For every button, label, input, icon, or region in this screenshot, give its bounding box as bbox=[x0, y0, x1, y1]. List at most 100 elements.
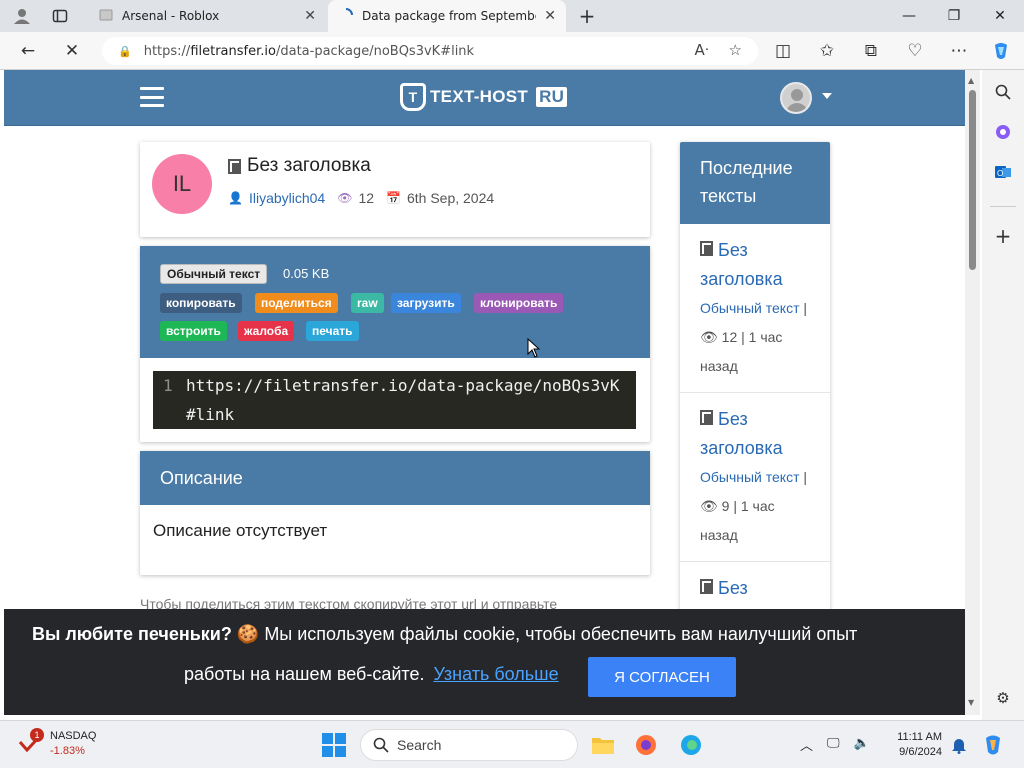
clock-date: 9/6/2024 bbox=[899, 746, 942, 758]
page-scrollbar[interactable]: ▲ ▼ bbox=[965, 70, 980, 715]
print-button[interactable]: печать bbox=[306, 321, 359, 341]
back-icon[interactable]: ← bbox=[16, 40, 40, 62]
scroll-down-icon[interactable]: ▼ bbox=[968, 698, 974, 707]
browser-essentials-icon[interactable]: ♡ bbox=[903, 40, 927, 62]
svg-text:O: O bbox=[997, 169, 1003, 178]
copilot-icon[interactable] bbox=[989, 40, 1013, 62]
windows-start-icon[interactable] bbox=[322, 733, 346, 757]
tab-roblox[interactable]: Arsenal - Roblox ✕ bbox=[88, 0, 326, 32]
split-screen-icon[interactable]: ◫ bbox=[771, 40, 795, 62]
recent-item-type[interactable]: Обычный текст bbox=[700, 300, 800, 316]
cookie-consent-banner: Вы любите печеньки? 🍪 Мы используем файл… bbox=[4, 609, 965, 715]
line-number: 1 bbox=[163, 376, 173, 395]
file-explorer-icon[interactable] bbox=[590, 732, 616, 758]
site-logo[interactable]: T TEXT-HOST RU bbox=[400, 82, 568, 112]
system-tray: ︿ 🖵 🔈 bbox=[800, 735, 870, 754]
copy-document-icon bbox=[228, 158, 241, 174]
site-header: T TEXT-HOST RU bbox=[4, 70, 965, 126]
outlook-icon[interactable]: O bbox=[991, 160, 1015, 184]
mouse-cursor-icon bbox=[527, 337, 541, 362]
recent-item-title[interactable]: Без bbox=[718, 578, 748, 598]
profile-icon[interactable] bbox=[12, 6, 32, 26]
code-block[interactable]: 1 https://filetransfer.io/data-package/n… bbox=[153, 371, 636, 429]
chevron-up-icon[interactable]: ︿ bbox=[800, 735, 813, 754]
logo-mark-icon: T bbox=[400, 83, 426, 111]
firefox-icon[interactable] bbox=[633, 732, 659, 758]
hamburger-menu-icon[interactable] bbox=[140, 87, 164, 107]
cookie-question: Вы любите печеньки? bbox=[32, 624, 232, 644]
cookie-text: Мы используем файлы cookie, чтобы обеспе… bbox=[264, 624, 858, 644]
paste-size: 0.05 KB bbox=[283, 266, 330, 281]
search-icon[interactable] bbox=[991, 80, 1015, 104]
display-icon[interactable]: 🖵 bbox=[827, 735, 840, 754]
favorites-icon[interactable]: ✩ bbox=[815, 40, 839, 62]
learn-more-link[interactable]: Узнать больше bbox=[433, 664, 558, 684]
logo-text: TEXT-HOST bbox=[430, 87, 529, 106]
minimize-icon[interactable]: — bbox=[893, 4, 925, 28]
raw-button[interactable]: raw bbox=[351, 293, 384, 313]
browser-toolbar: ← ✕ 🔒 https:// filetransfer.io /data-pac… bbox=[0, 32, 1024, 70]
author-link[interactable]: Iliyabylich04 bbox=[249, 190, 325, 206]
volume-icon[interactable]: 🔈 bbox=[854, 735, 870, 754]
address-bar[interactable]: 🔒 https:// filetransfer.io /data-package… bbox=[102, 37, 758, 65]
view-count: 12 bbox=[358, 190, 375, 206]
report-button[interactable]: жалоба bbox=[238, 321, 295, 341]
paste-header-card: IL Без заголовка 👤 Iliyabylich04 👁 12 📅 … bbox=[140, 142, 650, 237]
share-button[interactable]: поделиться bbox=[255, 293, 338, 313]
paste-toolbar: Обычный текст 0.05 KB копировать поделит… bbox=[140, 246, 650, 358]
read-aloud-icon[interactable]: Aᐧ bbox=[694, 41, 708, 59]
paste-content-card: Обычный текст 0.05 KB копировать поделит… bbox=[140, 246, 650, 442]
stock-name: NASDAQ bbox=[50, 730, 97, 742]
recent-item[interactable]: Без заголовка Обычный текст | 👁 9 | 1 ча… bbox=[680, 393, 830, 562]
close-tab-icon[interactable]: ✕ bbox=[544, 8, 556, 24]
collections-icon[interactable]: ⧉ bbox=[859, 40, 883, 62]
clone-button[interactable]: клонировать bbox=[474, 293, 564, 313]
copilot-sidebar-icon[interactable] bbox=[991, 120, 1015, 144]
download-button[interactable]: загрузить bbox=[391, 293, 461, 313]
browser-tab-bar: Arsenal - Roblox ✕ Data package from Sep… bbox=[0, 0, 1024, 32]
cookie-text-line-1: Вы любите печеньки? 🍪 Мы используем файл… bbox=[32, 624, 857, 645]
sidebar-divider bbox=[990, 206, 1016, 207]
code-text[interactable]: https://filetransfer.io/data-package/noB… bbox=[186, 371, 626, 429]
description-text: Описание отсутствует bbox=[153, 521, 328, 540]
favorite-star-icon[interactable]: ☆ bbox=[729, 41, 742, 59]
recent-item-type[interactable]: Обычный текст bbox=[700, 469, 800, 485]
embed-button[interactable]: встроить bbox=[160, 321, 227, 341]
recent-pastes-card: Последние тексты Без заголовка Обычный т… bbox=[680, 142, 830, 622]
restore-icon[interactable]: ❐ bbox=[938, 4, 970, 28]
scroll-up-icon[interactable]: ▲ bbox=[968, 76, 974, 85]
chevron-down-icon[interactable] bbox=[822, 93, 832, 99]
cookie-emoji-icon: 🍪 bbox=[236, 624, 260, 644]
paste-type-badge: Обычный текст bbox=[160, 264, 268, 284]
accept-cookies-button[interactable]: Я СОГЛАСЕН bbox=[588, 657, 736, 697]
user-avatar-icon[interactable] bbox=[780, 82, 812, 114]
notification-bell-icon[interactable] bbox=[946, 732, 972, 758]
close-tab-icon[interactable]: ✕ bbox=[304, 8, 316, 24]
edge-sidebar: O + ⚙ bbox=[982, 70, 1024, 720]
cookie-text-line-2: работы на нашем веб-сайте. Узнать больше bbox=[184, 664, 559, 685]
settings-gear-icon[interactable]: ⚙ bbox=[991, 686, 1015, 710]
copy-button[interactable]: копировать bbox=[160, 293, 242, 313]
stock-chart-icon: 1 bbox=[18, 728, 44, 756]
recent-item[interactable]: Без заголовка Обычный текст | 👁 12 | 1 ч… bbox=[680, 224, 830, 393]
stock-change: -1.83% bbox=[50, 745, 85, 757]
roblox-favicon-icon bbox=[98, 7, 114, 26]
scroll-thumb[interactable] bbox=[969, 90, 976, 270]
add-sidebar-app-icon[interactable]: + bbox=[991, 224, 1015, 248]
edge-icon[interactable] bbox=[678, 732, 704, 758]
taskbar-search[interactable]: Search bbox=[360, 729, 578, 761]
eye-icon: 👁 bbox=[337, 191, 353, 205]
taskbar-clock[interactable]: 11:11 AM 9/6/2024 bbox=[878, 730, 942, 760]
loading-spinner-icon bbox=[338, 7, 354, 26]
stock-widget[interactable]: 1 NASDAQ -1.83% bbox=[18, 728, 97, 759]
copy-document-icon bbox=[700, 410, 713, 425]
copilot-taskbar-icon[interactable] bbox=[980, 732, 1006, 758]
url-path: /data-package/noBQs3vK#link bbox=[275, 43, 475, 59]
tab-actions-icon[interactable] bbox=[50, 6, 70, 26]
more-menu-icon[interactable]: ⋯ bbox=[947, 40, 971, 62]
tab-data-package[interactable]: Data package from September 6 ✕ bbox=[328, 0, 566, 32]
new-tab-icon[interactable]: + bbox=[577, 4, 597, 28]
close-window-icon[interactable]: ✕ bbox=[984, 4, 1016, 28]
copy-document-icon bbox=[700, 579, 713, 594]
stop-loading-icon[interactable]: ✕ bbox=[60, 40, 84, 62]
